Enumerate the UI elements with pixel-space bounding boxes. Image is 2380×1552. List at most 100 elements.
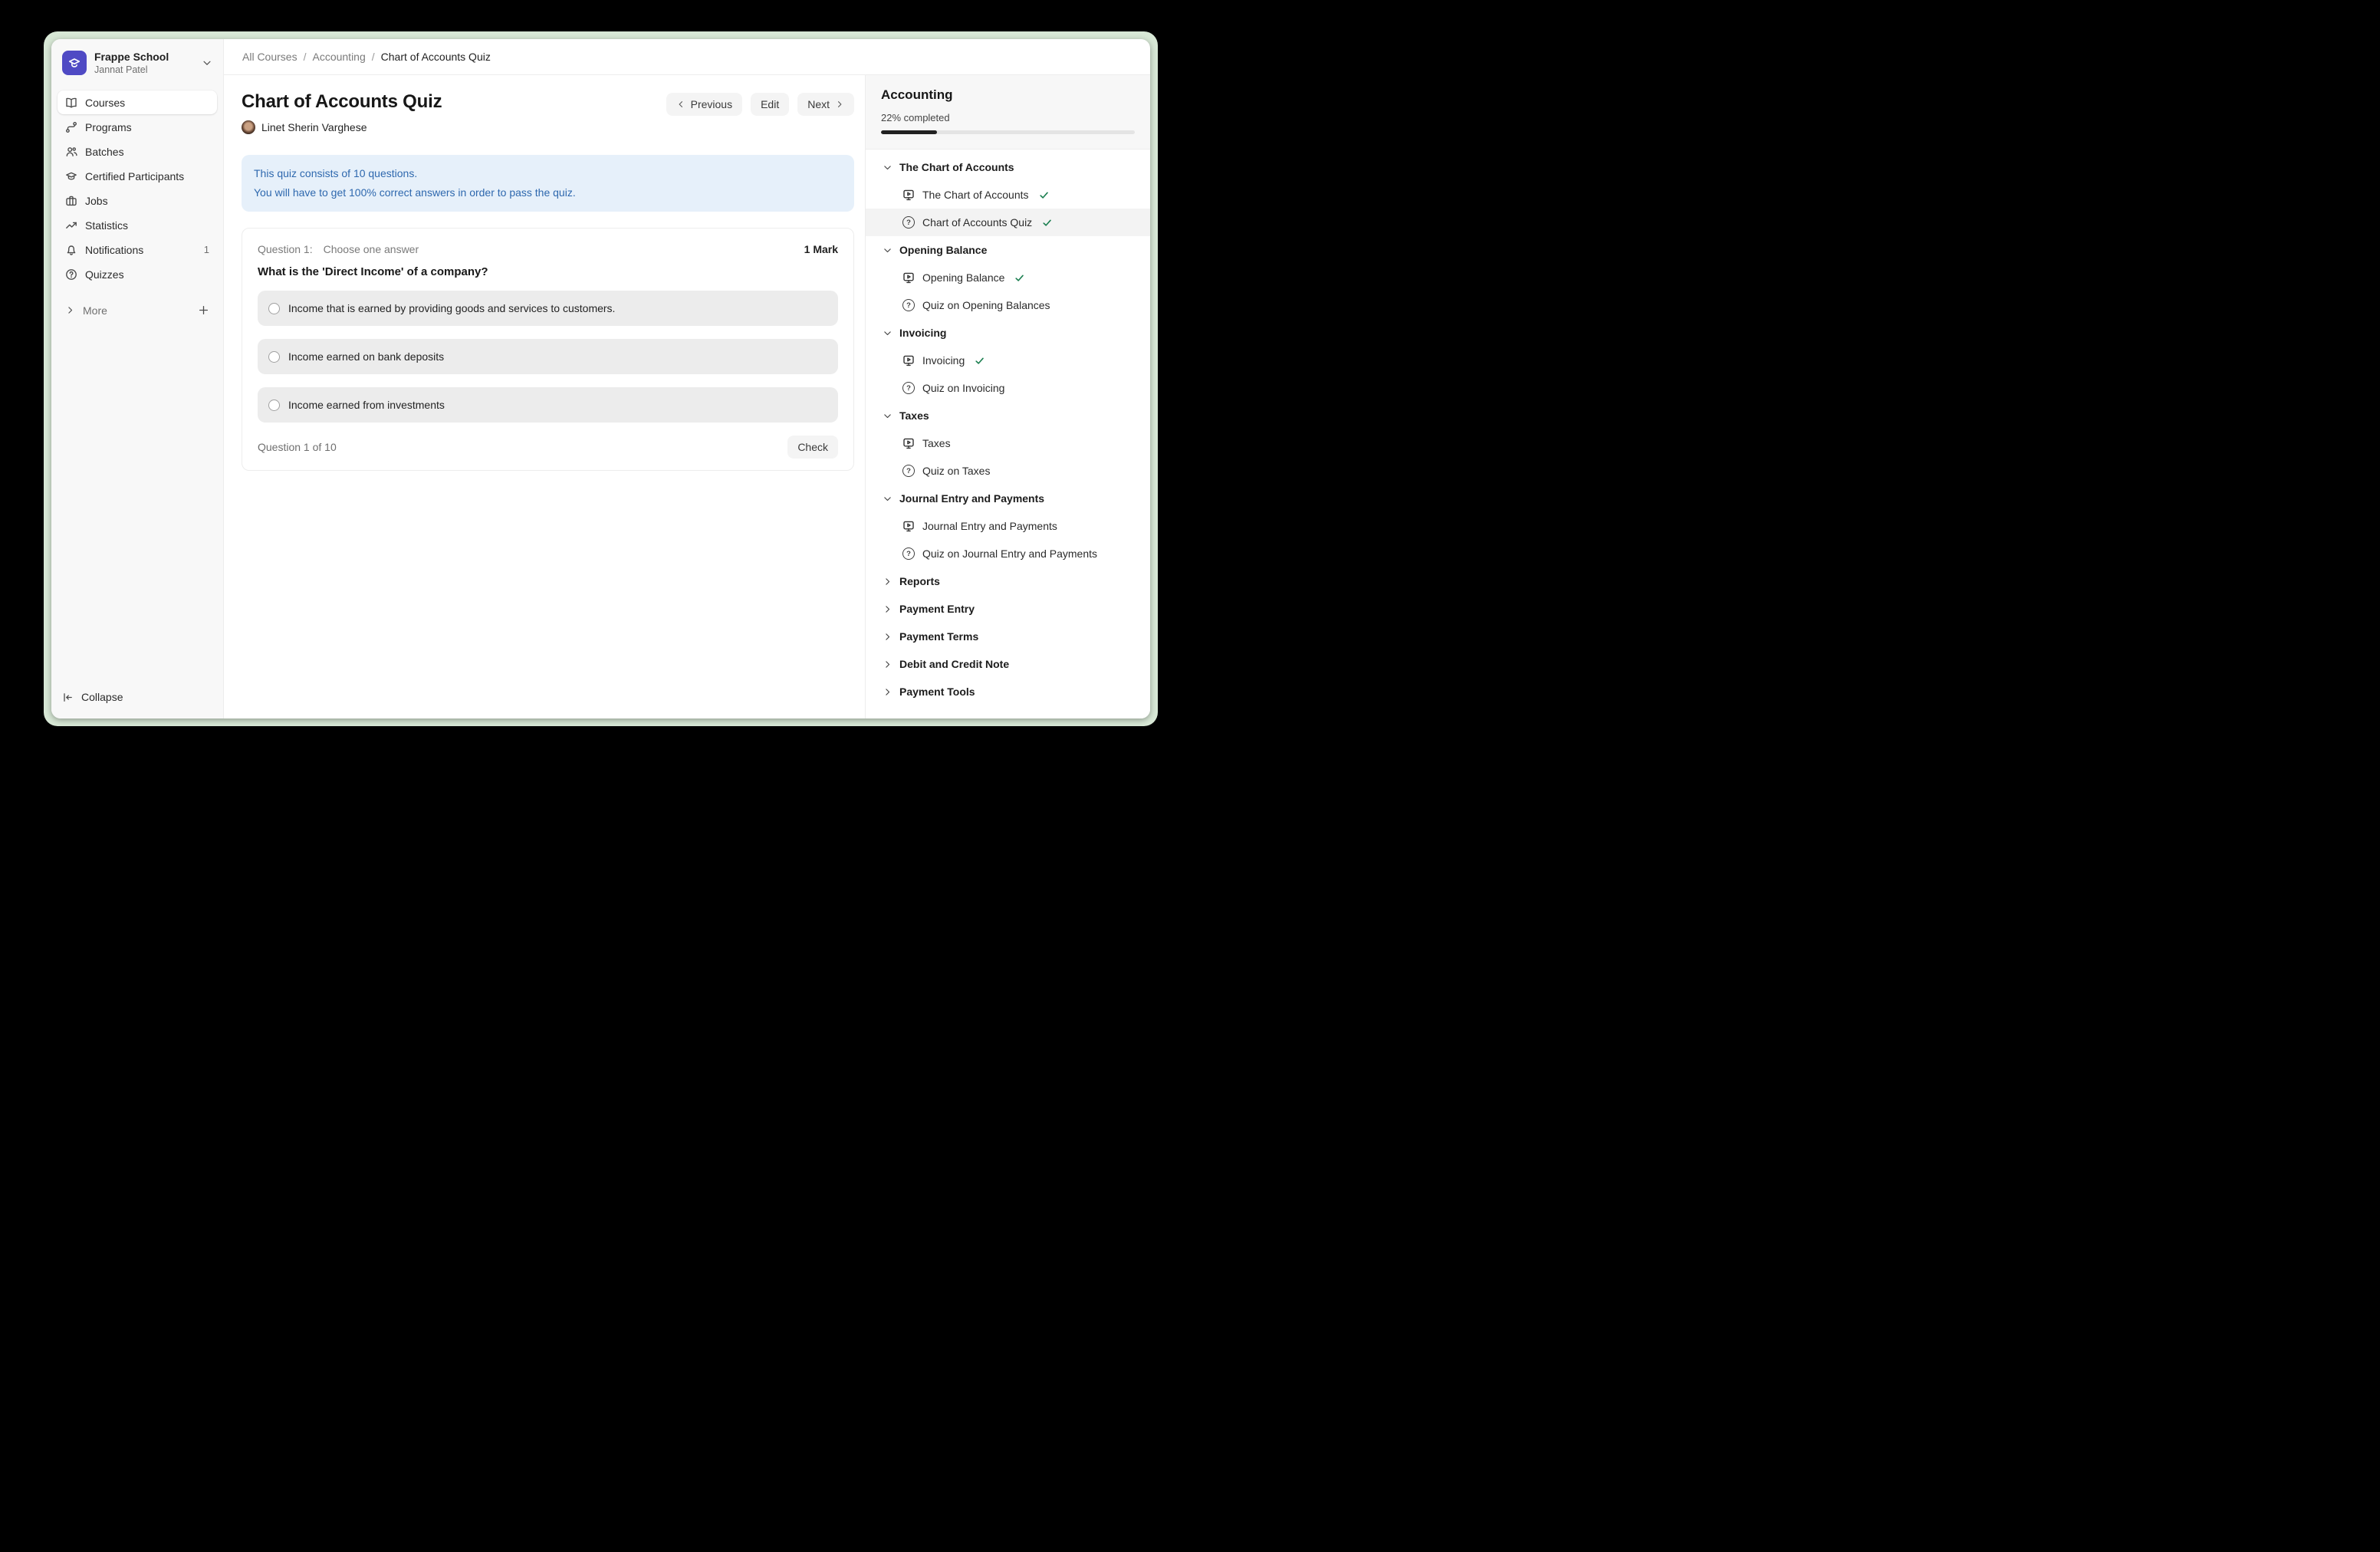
breadcrumb-separator: / (372, 51, 375, 63)
chevron-right-icon (65, 305, 75, 315)
outline-item-quiz[interactable]: ? Quiz on Taxes (866, 457, 1150, 485)
completed-check (974, 355, 985, 367)
lesson-video-icon (902, 354, 915, 367)
outline-item-quiz[interactable]: ?Quiz on Journal Entry and Payments (866, 540, 1150, 567)
answer-option-1[interactable]: Income that is earned by providing goods… (258, 291, 838, 326)
sidebar-item-certified-participants[interactable]: Certified Participants (58, 164, 217, 188)
sidebar-more[interactable]: More (58, 298, 217, 322)
add-button[interactable] (198, 304, 209, 316)
outline-section-9[interactable]: Payment Tools (866, 678, 1150, 705)
sidebar-item-batches[interactable]: Batches (58, 140, 217, 163)
outline-section-2[interactable]: Invoicing (866, 319, 1150, 347)
route-icon (65, 121, 77, 133)
collapse-sidebar-button[interactable]: Collapse (51, 683, 223, 711)
plus-icon (198, 304, 209, 316)
bell-icon (65, 244, 77, 256)
outline-section-6[interactable]: Payment Entry (866, 595, 1150, 623)
completed-check (1041, 217, 1053, 229)
completed-check-icon (1014, 272, 1025, 284)
outline-item-quiz[interactable]: ?Quiz on Invoicing (866, 374, 1150, 402)
briefcase-icon (65, 195, 77, 207)
outline-item-label: Quiz on Taxes (922, 465, 990, 477)
chevron-down-icon (202, 58, 212, 68)
notice-line: This quiz consists of 10 questions. (254, 164, 842, 183)
app-window: Frappe School Jannat Patel Courses Progr… (44, 31, 1158, 726)
completed-check-icon (1041, 217, 1053, 229)
sidebar-item-notifications[interactable]: Notifications 1 (58, 238, 217, 261)
question-instruction: Choose one answer (324, 243, 419, 255)
outline-item-label: Invoicing (922, 354, 965, 367)
frappe-school-app: Frappe School Jannat Patel Courses Progr… (51, 39, 1150, 718)
lesson-video-icon (902, 520, 915, 532)
breadcrumb-all-courses[interactable]: All Courses (242, 51, 298, 63)
answer-option-2[interactable]: Income earned on bank deposits (258, 339, 838, 374)
sidebar-item-label: Notifications (85, 244, 143, 256)
quiz-card: Question 1: Choose one answer 1 Mark Wha… (242, 228, 854, 471)
outline-item-label: Quiz on Opening Balances (922, 299, 1050, 311)
sidebar-item-programs[interactable]: Programs (58, 115, 217, 139)
page-actions: Previous Edit Next (666, 91, 854, 116)
course-progress-text: 22% completed (881, 112, 1135, 123)
title-block: Chart of Accounts Quiz Linet Sherin Varg… (242, 91, 442, 134)
radio-icon[interactable] (268, 303, 280, 314)
outline-item-lesson[interactable]: The Chart of Accounts (866, 181, 1150, 209)
outline-item-quiz[interactable]: ?Quiz on Opening Balances (866, 291, 1150, 319)
outline-item-lesson[interactable]: Opening Balance (866, 264, 1150, 291)
answer-option-3[interactable]: Income earned from investments (258, 387, 838, 423)
question-footer: Question 1 of 10 Check (258, 436, 838, 459)
sidebar-item-jobs[interactable]: Jobs (58, 189, 217, 212)
outline-section-4[interactable]: Journal Entry and Payments (866, 485, 1150, 512)
sidebar-item-quizzes[interactable]: Quizzes (58, 262, 217, 286)
breadcrumb-accounting[interactable]: Accounting (312, 51, 365, 63)
outline-item-label: Quiz on Journal Entry and Payments (922, 547, 1097, 560)
sidebar-item-statistics[interactable]: Statistics (58, 213, 217, 237)
workspace-switcher[interactable]: Frappe School Jannat Patel (51, 39, 223, 84)
collapse-label: Collapse (81, 691, 123, 703)
sidebar-nav: Courses Programs Batches Certified Parti… (51, 84, 223, 322)
outline-section-8[interactable]: Debit and Credit Note (866, 650, 1150, 678)
outline-section-7[interactable]: Payment Terms (866, 623, 1150, 650)
outline-section-3[interactable]: Taxes (866, 402, 1150, 429)
outline-item-quiz[interactable]: ?Chart of Accounts Quiz (866, 209, 1150, 236)
outline-section-title: Journal Entry and Payments (899, 492, 1044, 505)
author-row: Linet Sherin Varghese (242, 120, 442, 134)
outline-section-title: Taxes (899, 409, 929, 422)
radio-icon[interactable] (268, 351, 280, 363)
outline-item-lesson[interactable]: Journal Entry and Payments (866, 512, 1150, 540)
completed-check (1014, 272, 1025, 284)
lesson-video-icon (902, 189, 915, 201)
sidebar-item-label: Quizzes (85, 268, 124, 281)
quiz-page: Chart of Accounts Quiz Linet Sherin Varg… (224, 75, 865, 718)
sidebar-item-label: Courses (85, 97, 125, 109)
outline-item-lesson[interactable]: Taxes (866, 429, 1150, 457)
workspace-user: Jannat Patel (94, 65, 169, 75)
answer-options: Income that is earned by providing goods… (258, 291, 838, 423)
lesson-video-icon (902, 271, 915, 284)
outline-section-title: Invoicing (899, 327, 946, 339)
help-circle-icon (65, 268, 77, 281)
outline-section-0[interactable]: The Chart of Accounts (866, 153, 1150, 181)
author-name: Linet Sherin Varghese (261, 121, 367, 133)
breadcrumb-current: Chart of Accounts Quiz (381, 51, 491, 63)
sidebar-item-label: Batches (85, 146, 124, 158)
completed-check-icon (974, 355, 985, 367)
radio-icon[interactable] (268, 400, 280, 411)
check-answer-button[interactable]: Check (787, 436, 838, 459)
outline-item-lesson[interactable]: Invoicing (866, 347, 1150, 374)
outline-section-title: The Chart of Accounts (899, 161, 1014, 173)
outline-section-title: Payment Entry (899, 603, 975, 615)
trending-up-icon (65, 219, 77, 232)
previous-button[interactable]: Previous (666, 93, 742, 116)
edit-button[interactable]: Edit (751, 93, 789, 116)
outline-section-title: Reports (899, 575, 940, 587)
outline-section-5[interactable]: Reports (866, 567, 1150, 595)
outline-section-1[interactable]: Opening Balance (866, 236, 1150, 264)
chevron-right-icon (883, 577, 893, 587)
next-button[interactable]: Next (797, 93, 854, 116)
outline-section-title: Payment Tools (899, 686, 975, 698)
sidebar-item-courses[interactable]: Courses (58, 90, 217, 114)
quiz-question-icon: ? (902, 465, 915, 477)
chevron-down-icon (883, 328, 893, 338)
page-header: Chart of Accounts Quiz Linet Sherin Varg… (242, 91, 854, 134)
question-marks: 1 Mark (804, 243, 838, 255)
